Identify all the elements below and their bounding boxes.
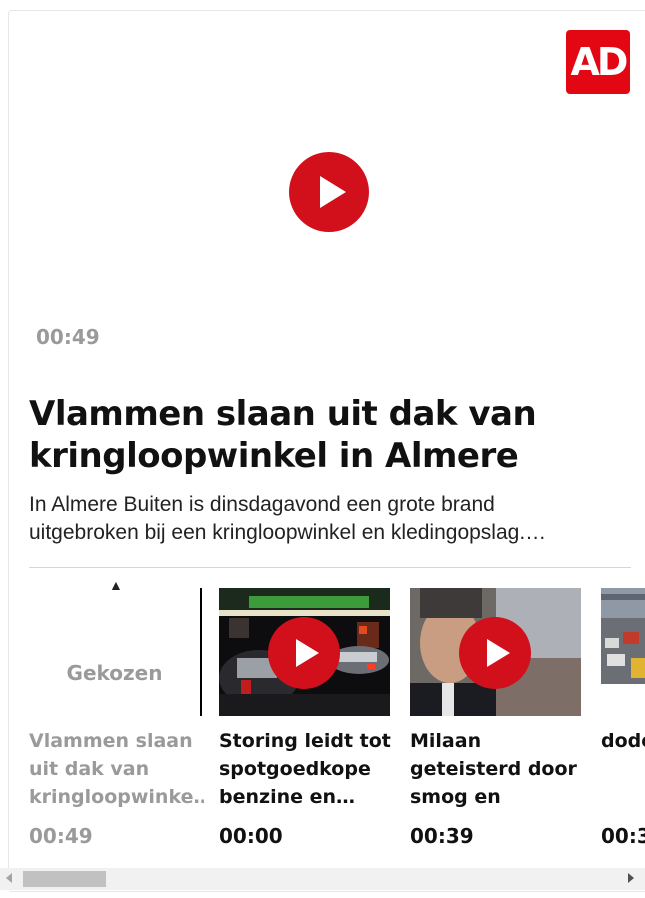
video-rail: Gekozen ▲ Vlammen slaan uit dak van krin… <box>29 577 645 877</box>
article-headline[interactable]: Vlammen slaan uit dak van kringloopwinke… <box>29 393 629 477</box>
video-player[interactable]: AD 00:49 <box>9 11 645 373</box>
scroll-left-icon[interactable] <box>6 873 12 883</box>
scroll-thumb[interactable] <box>23 871 106 887</box>
divider <box>29 567 631 568</box>
thumbnail-gas-station <box>219 588 390 716</box>
play-button[interactable] <box>268 617 340 689</box>
horizontal-scrollbar[interactable] <box>0 868 645 890</box>
thumbnail-milan <box>410 588 581 716</box>
rail-item-duration: 00:3 <box>601 824 645 848</box>
play-button[interactable] <box>459 617 531 689</box>
rail-item-duration: 00:49 <box>29 824 93 848</box>
rail-item-title: dode <box>601 730 645 752</box>
article-intro: In Almere Buiten is dinsdagavond een gro… <box>29 493 547 544</box>
thumbnail-traffic <box>601 588 645 684</box>
rail-item-duration: 00:39 <box>410 824 474 848</box>
video-card: AD 00:49 Vlammen slaan uit dak van kring… <box>8 10 645 892</box>
ad-logo: AD <box>566 30 630 94</box>
rail-item-title: Vlammen slaan uit dak van kringloopwinke… <box>29 730 204 808</box>
chosen-thumbnail: Gekozen <box>29 588 202 716</box>
scroll-right-icon[interactable] <box>628 873 634 883</box>
rail-item-title: Storing leidt tot spotgoedkope benzine e… <box>219 730 391 808</box>
rail-item-duration: 00:00 <box>219 824 283 848</box>
play-icon <box>320 176 346 208</box>
caret-up-icon: ▲ <box>109 577 123 593</box>
play-icon <box>487 639 510 667</box>
play-button[interactable] <box>289 152 369 232</box>
video-duration: 00:49 <box>36 325 100 349</box>
rail-item-title: Milaan geteisterd door smog en slecht… <box>410 730 577 808</box>
chosen-label: Gekozen <box>66 661 163 685</box>
play-icon <box>296 639 319 667</box>
